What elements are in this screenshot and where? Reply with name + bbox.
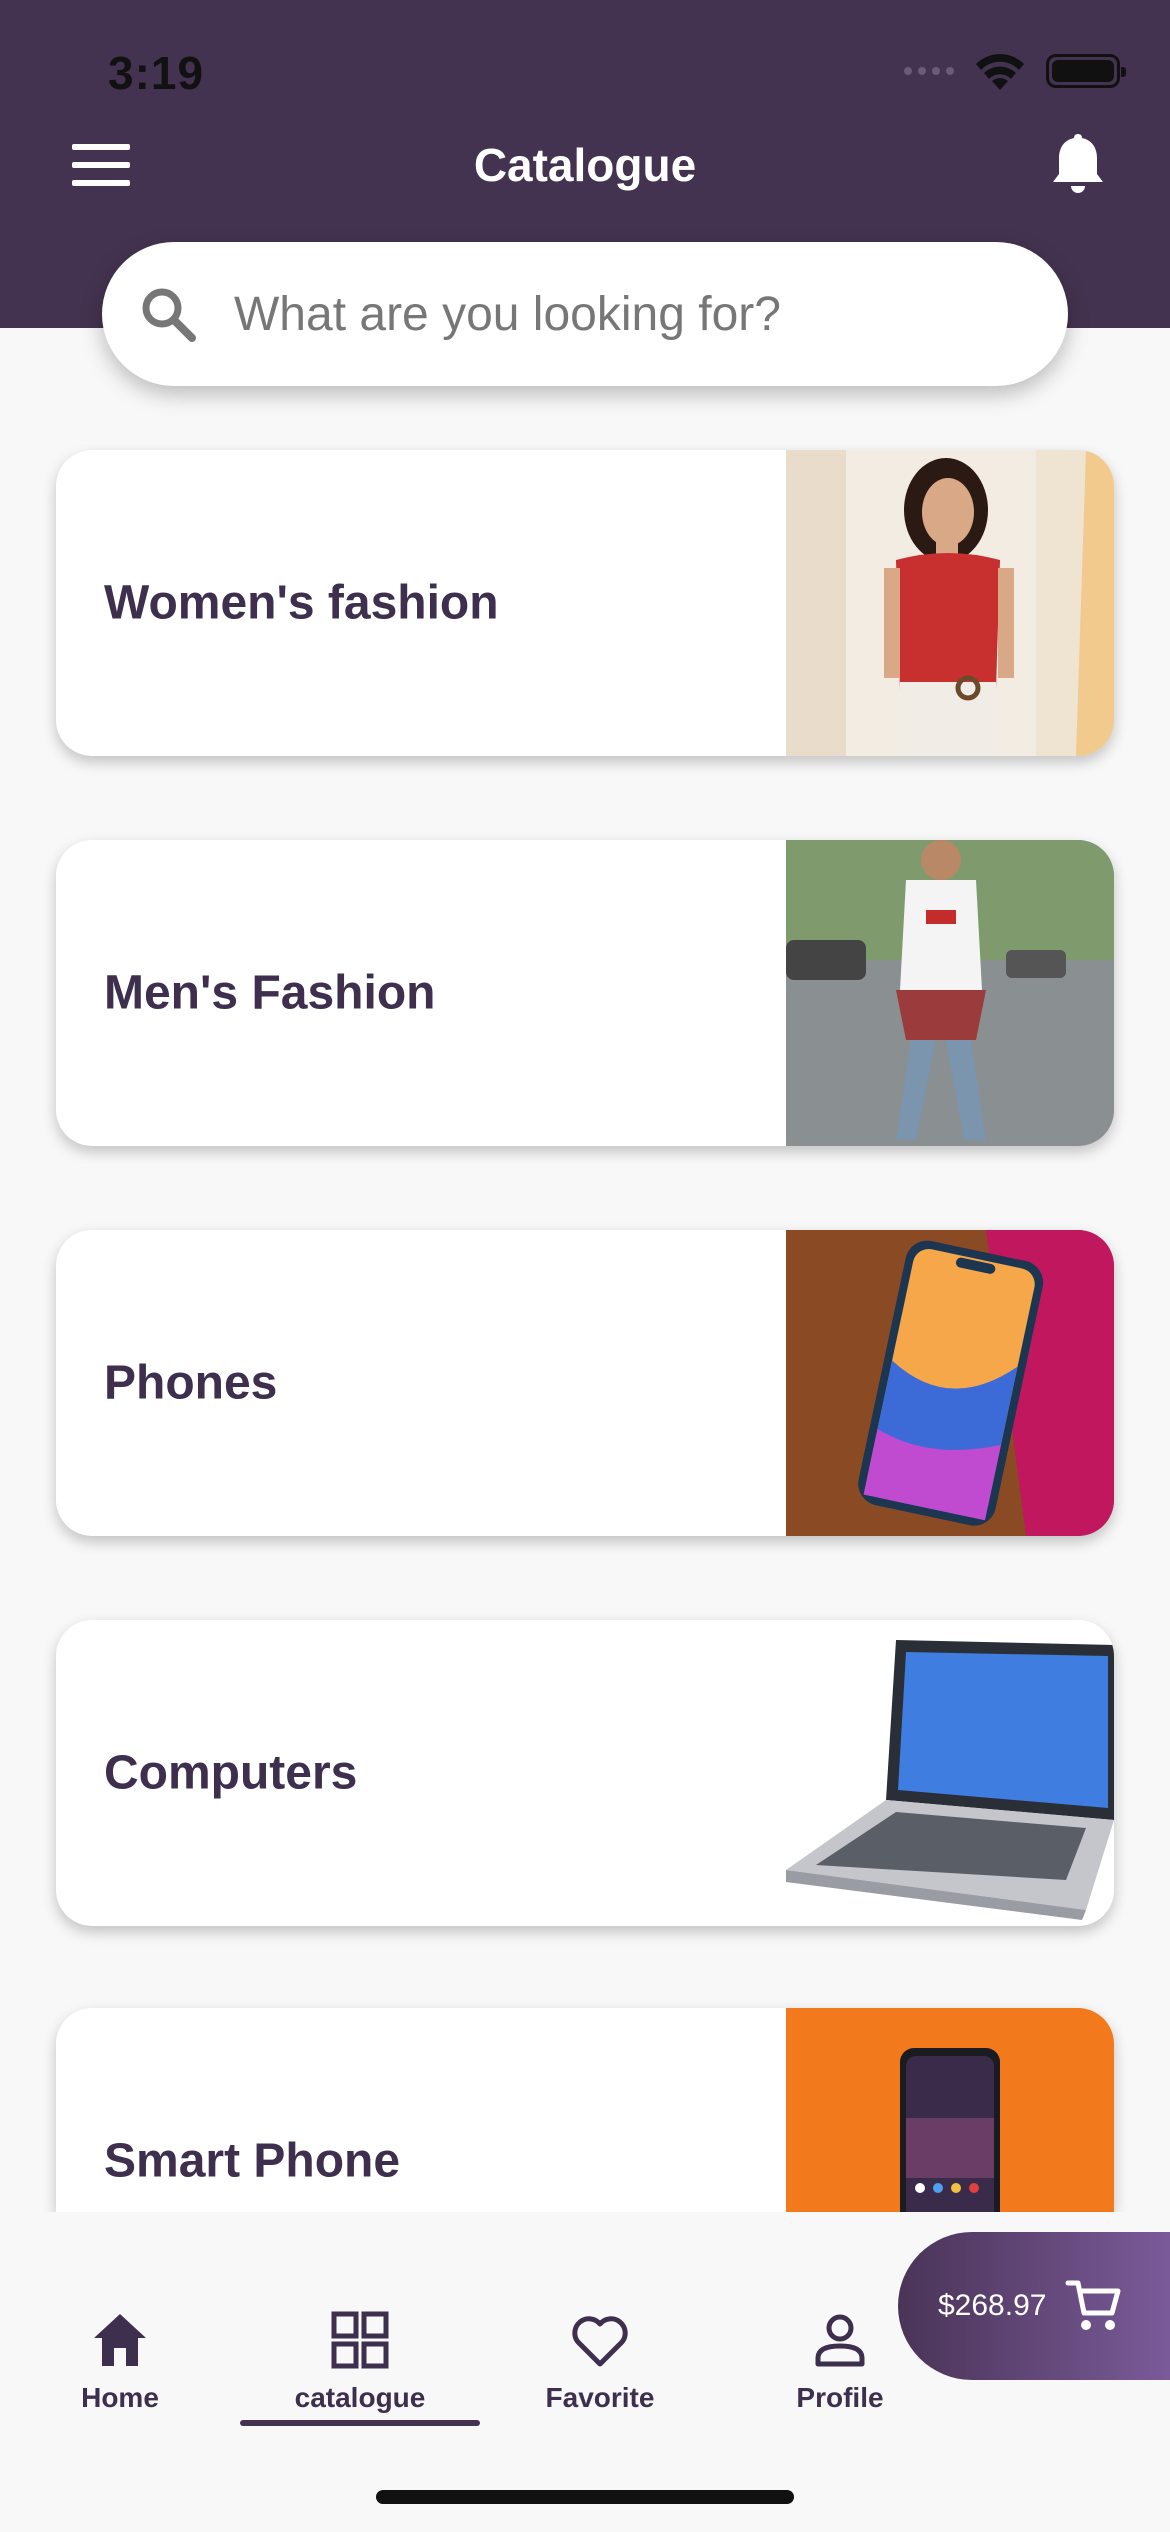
home-indicator <box>376 2490 794 2504</box>
category-label: Men's Fashion <box>104 966 436 1020</box>
grid-icon <box>331 2311 389 2369</box>
status-time: 3:19 <box>108 47 205 99</box>
computers-image <box>786 1620 1114 1926</box>
nav-label-profile: Profile <box>796 2382 884 2413</box>
nav-label-favorite: Favorite <box>545 2382 655 2413</box>
page-title: Catalogue <box>473 139 697 191</box>
notification-bell-icon[interactable] <box>1048 130 1108 196</box>
smart-phone-image <box>786 2008 1114 2212</box>
search-bar[interactable]: What are you looking for? <box>102 242 1068 386</box>
category-card-womens-fashion[interactable]: Women's fashion <box>56 450 1114 756</box>
nav-label-home: Home <box>81 2382 159 2413</box>
shopping-cart-icon <box>1065 2280 1121 2330</box>
nav-item-catalogue[interactable]: catalogue <box>240 2310 480 2414</box>
person-icon <box>815 2314 865 2367</box>
category-card-computers[interactable]: Computers <box>56 1620 1114 1926</box>
category-card-smart-phone[interactable]: Smart Phone <box>56 2008 1114 2212</box>
active-tab-indicator <box>240 2420 480 2426</box>
category-label: Women's fashion <box>104 576 499 630</box>
status-icons <box>904 50 1126 92</box>
wifi-icon <box>976 54 1024 90</box>
phones-image <box>786 1230 1114 1536</box>
womens-fashion-image <box>786 450 1114 756</box>
nav-item-favorite[interactable]: Favorite <box>480 2310 720 2414</box>
heart-icon <box>572 2316 628 2367</box>
category-card-mens-fashion[interactable]: Men's Fashion <box>56 840 1114 1146</box>
category-label: Computers <box>104 1746 358 1800</box>
category-label: Phones <box>104 1356 278 1410</box>
mens-fashion-image <box>786 840 1114 1146</box>
search-input[interactable]: What are you looking for? <box>234 287 781 342</box>
home-icon <box>94 2314 146 2366</box>
category-card-phones[interactable]: Phones <box>56 1230 1114 1536</box>
category-label: Smart Phone <box>104 2134 401 2188</box>
nav-item-home[interactable]: Home <box>0 2310 240 2414</box>
battery-icon <box>1046 54 1126 88</box>
cellular-signal-icon <box>904 67 954 75</box>
cart-total: $268.97 <box>938 2289 1047 2322</box>
search-icon <box>142 288 196 342</box>
cart-button[interactable]: $268.97 <box>898 2232 1170 2380</box>
nav-label-catalogue: catalogue <box>294 2382 426 2413</box>
